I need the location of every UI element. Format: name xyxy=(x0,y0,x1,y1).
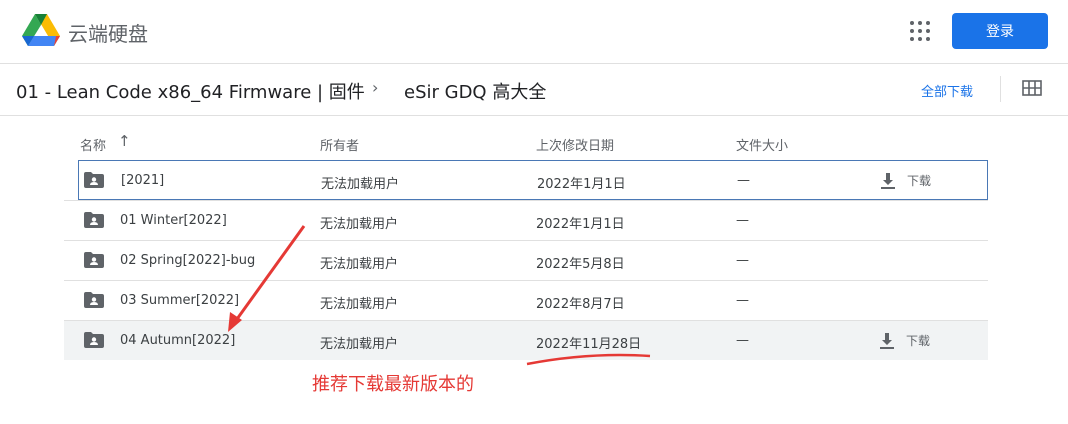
annotation-underline xyxy=(526,353,651,366)
annotation-note: 推荐下载最新版本的 xyxy=(312,374,474,395)
annotation-overlay xyxy=(228,225,651,366)
annotation-arrow xyxy=(230,225,306,327)
